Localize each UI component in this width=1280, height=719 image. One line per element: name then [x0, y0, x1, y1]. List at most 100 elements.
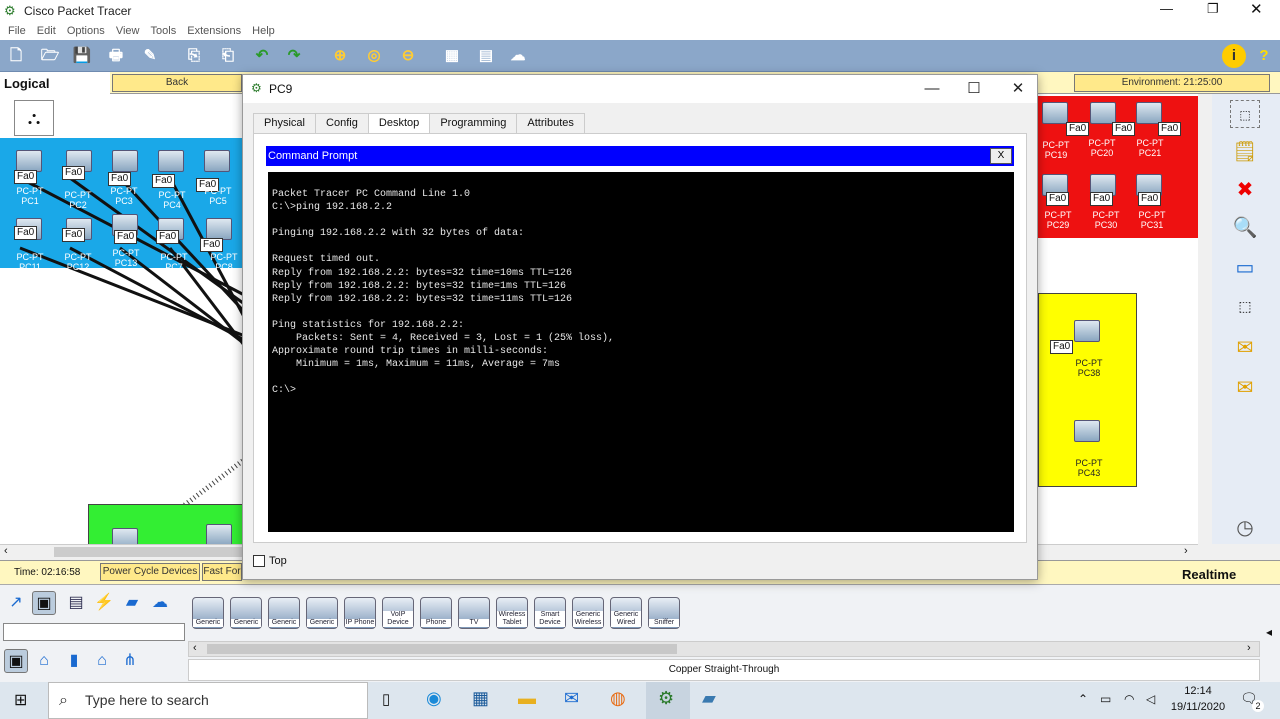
close-button[interactable]: ✕	[1250, 0, 1263, 18]
back-button[interactable]: Back	[112, 74, 242, 92]
device-item[interactable]: Generic	[306, 597, 338, 629]
menu-file[interactable]: File	[8, 22, 26, 40]
menu-extensions[interactable]: Extensions	[187, 22, 241, 40]
store-icon[interactable]: ▦	[472, 688, 489, 709]
tab-attributes[interactable]: Attributes	[516, 113, 585, 133]
note-tool-icon[interactable]: 🗒	[1230, 138, 1260, 166]
wifi-icon[interactable]: ◠	[1124, 692, 1134, 706]
mail-icon[interactable]: ✉	[564, 688, 579, 709]
scroll-left-icon[interactable]: ‹	[4, 545, 8, 557]
server-icon[interactable]: ▮	[62, 649, 86, 673]
menu-options[interactable]: Options	[67, 22, 105, 40]
pc-category-icon[interactable]: ▣	[4, 649, 28, 673]
redo-icon[interactable]: ↷	[282, 44, 306, 68]
tower-icon[interactable]: ⋔	[118, 649, 142, 673]
device-item[interactable]: Generic Wired	[610, 597, 642, 629]
tab-programming[interactable]: Programming	[429, 113, 518, 133]
resize-tool-icon[interactable]: ⬚	[1230, 292, 1260, 320]
device-item[interactable]: Generic Wireless	[572, 597, 604, 629]
device-item[interactable]: IP Phone	[344, 597, 376, 629]
device-search-field[interactable]	[3, 623, 185, 641]
device-item[interactable]: VoIP Device	[382, 597, 414, 629]
maximize-button[interactable]: ☐	[951, 75, 997, 103]
open-folder-icon[interactable]: 🗁	[38, 44, 62, 68]
task-view-icon[interactable]: ▯	[382, 690, 390, 708]
tab-desktop[interactable]: Desktop	[367, 113, 431, 135]
clock-time[interactable]: 12:14	[1170, 685, 1226, 697]
firefox-icon[interactable]: ◍	[610, 688, 626, 709]
device-item[interactable]: TV	[458, 597, 490, 629]
zoom-in-icon[interactable]: ⊕	[328, 44, 352, 68]
device-item[interactable]: Phone	[420, 597, 452, 629]
pc-icon[interactable]	[1136, 102, 1162, 124]
zoom-out-icon[interactable]: ⊖	[396, 44, 420, 68]
pc-icon[interactable]	[1074, 420, 1100, 442]
palette-icon[interactable]: ▦	[440, 44, 464, 68]
device-item[interactable]: Wireless Tablet	[496, 597, 528, 629]
multiuser-icon[interactable]: ☁	[148, 591, 172, 615]
taskbar-search-box[interactable]: ⌕ Type here to search	[48, 682, 368, 719]
tray-chevron-icon[interactable]: ⌃	[1078, 692, 1088, 706]
panel-scroll-icon[interactable]: ◂	[1266, 625, 1272, 639]
command-prompt-close-button[interactable]: X	[990, 148, 1012, 164]
fast-forward-button[interactable]: Fast For	[202, 563, 242, 581]
scroll-right-icon[interactable]: ›	[1184, 545, 1188, 557]
pc-icon[interactable]	[1074, 320, 1100, 342]
minimize-button[interactable]: —	[909, 75, 955, 103]
menu-tools[interactable]: Tools	[151, 22, 177, 40]
pc-icon[interactable]	[112, 150, 138, 172]
select-tool-icon[interactable]: ⬚	[1230, 100, 1260, 128]
start-icon[interactable]: ⊞	[14, 690, 27, 710]
clock-icon[interactable]: ◷	[1230, 514, 1260, 542]
print-icon[interactable]: 🖶	[104, 44, 128, 68]
home-icon[interactable]: ⌂	[32, 649, 56, 673]
device-item[interactable]: Smart Device	[534, 597, 566, 629]
edge-icon[interactable]: ◉	[426, 688, 442, 709]
add-pdu-icon[interactable]: ✉	[1230, 334, 1260, 362]
activity-wizard-icon[interactable]: ✎	[138, 44, 162, 68]
volume-icon[interactable]: ◁	[1146, 692, 1155, 706]
help-icon[interactable]: ?	[1252, 44, 1276, 68]
pc-icon[interactable]	[112, 528, 138, 544]
notepad-icon[interactable]: ▰	[702, 688, 716, 709]
smart-home-icon[interactable]: ⌂	[90, 649, 114, 673]
info-icon[interactable]: i	[1222, 44, 1246, 68]
minimize-button[interactable]: —	[1160, 1, 1173, 16]
device-item[interactable]: Generic	[230, 597, 262, 629]
undo-icon[interactable]: ↶	[250, 44, 274, 68]
power-cycle-button[interactable]: Power Cycle Devices	[100, 563, 200, 581]
menu-edit[interactable]: Edit	[37, 22, 56, 40]
inspect-tool-icon[interactable]: 🔍	[1230, 214, 1260, 242]
pc-icon[interactable]	[206, 218, 232, 240]
new-file-icon[interactable]: 🗋	[4, 44, 28, 68]
device-item[interactable]: Sniffer	[648, 597, 680, 629]
components-icon[interactable]: ▤	[64, 591, 88, 615]
top-checkbox[interactable]: Top	[253, 555, 287, 568]
logical-workspace-label[interactable]: Logical	[0, 72, 110, 94]
misc-icon[interactable]: ▰	[120, 591, 144, 615]
menu-help[interactable]: Help	[252, 22, 275, 40]
menu-view[interactable]: View	[116, 22, 140, 40]
file-explorer-icon[interactable]: ▬	[518, 688, 536, 709]
device-scrollbar[interactable]: ‹ ›	[188, 641, 1260, 657]
cluster-icon[interactable]: ⛬	[14, 100, 54, 136]
save-icon[interactable]: 💾	[70, 44, 94, 68]
end-devices-icon[interactable]: ▣	[32, 591, 56, 615]
connections-icon[interactable]: ⚡	[92, 591, 116, 615]
zoom-reset-icon[interactable]: ◎	[362, 44, 386, 68]
tab-config[interactable]: Config	[315, 113, 369, 133]
paste-icon[interactable]: ⎗	[216, 44, 240, 68]
scroll-thumb[interactable]	[207, 644, 677, 654]
pc-icon[interactable]	[16, 150, 42, 172]
pc-icon[interactable]	[204, 150, 230, 172]
device-item[interactable]: Generic	[192, 597, 224, 629]
clock-date[interactable]: 19/11/2020	[1166, 701, 1230, 713]
packet-tracer-taskbar-button[interactable]: ⚙	[646, 682, 690, 719]
custom-device-icon[interactable]: ▤	[474, 44, 498, 68]
pc-icon[interactable]	[1042, 102, 1068, 124]
checkbox-icon[interactable]	[253, 555, 265, 568]
delete-tool-icon[interactable]: ✖	[1230, 176, 1260, 204]
device-item[interactable]: Generic	[268, 597, 300, 629]
pc-icon[interactable]	[206, 524, 232, 544]
tab-physical[interactable]: Physical	[253, 113, 316, 133]
